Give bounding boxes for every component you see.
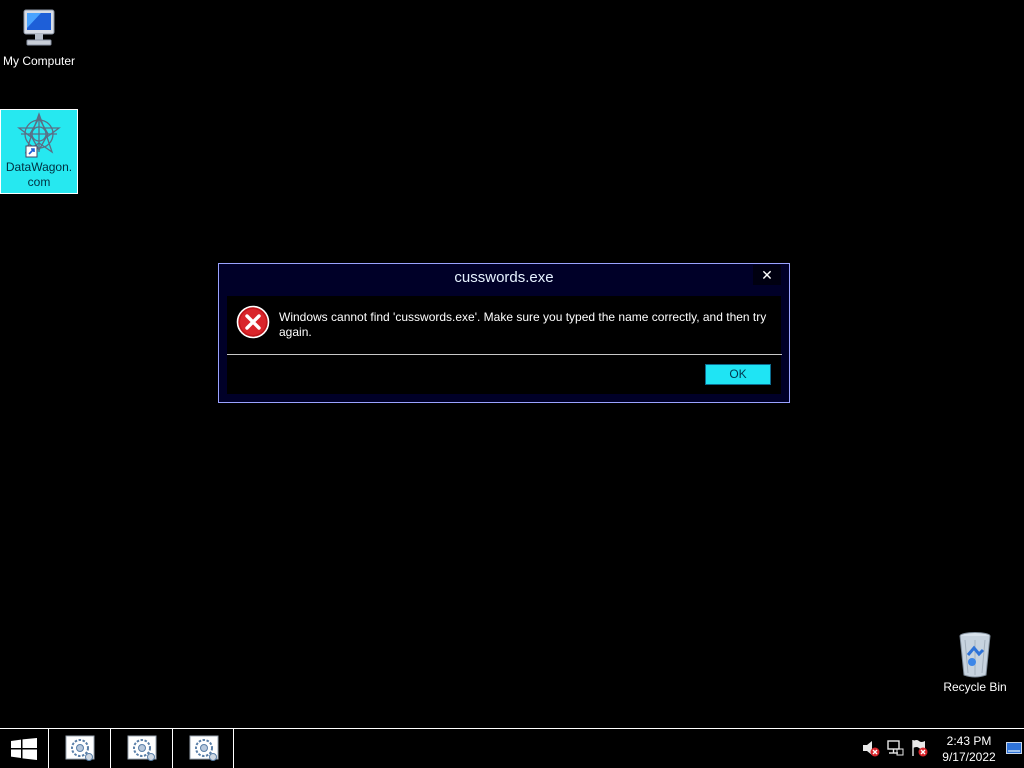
datawagon-shortcut-icon (17, 112, 61, 158)
desktop[interactable]: My Computer DataWagon.com Recycle Bin cu… (0, 0, 1024, 728)
desktop-icon-datawagon[interactable]: DataWagon.com (0, 109, 78, 194)
ok-button[interactable]: OK (705, 364, 771, 385)
desktop-icon-recycle-bin[interactable]: Recycle Bin (936, 630, 1014, 695)
app-icon (65, 735, 95, 761)
taskbar: 2:43 PM 9/17/2022 (0, 728, 1024, 768)
network-icon[interactable] (886, 739, 904, 757)
dialog-title: cusswords.exe (454, 269, 554, 286)
app-icon (127, 735, 157, 761)
windows-start-icon (11, 738, 37, 760)
close-button[interactable]: ✕ (753, 265, 781, 285)
dialog-body: Windows cannot find 'cusswords.exe'. Mak… (227, 296, 781, 354)
error-icon (236, 305, 270, 339)
desktop-icon-label: My Computer (2, 54, 76, 68)
desktop-icon-label: Recycle Bin (943, 680, 1007, 694)
clock-date: 9/17/2022 (942, 750, 996, 764)
clock-time: 2:43 PM (946, 734, 992, 748)
taskbar-clock[interactable]: 2:43 PM 9/17/2022 (936, 733, 1002, 765)
volume-muted-icon[interactable] (862, 739, 880, 757)
recycle-bin-icon (959, 632, 991, 678)
dialog-footer: OK (227, 355, 781, 394)
error-dialog: cusswords.exe ✕ Windows cannot find 'cus… (218, 263, 790, 403)
taskbar-app-button[interactable] (48, 729, 108, 768)
action-center-icon[interactable] (910, 739, 928, 757)
error-message: Windows cannot find 'cusswords.exe'. Mak… (279, 310, 767, 339)
computer-icon (23, 9, 55, 46)
start-button[interactable] (0, 729, 48, 768)
desktop-icon-my-computer[interactable]: My Computer (0, 6, 78, 69)
taskbar-app-button[interactable] (172, 729, 234, 768)
desktop-preview-icon[interactable] (1006, 742, 1022, 754)
app-icon (189, 735, 219, 761)
desktop-icon-label: DataWagon.com (5, 160, 73, 189)
taskbar-app-button[interactable] (110, 729, 170, 768)
